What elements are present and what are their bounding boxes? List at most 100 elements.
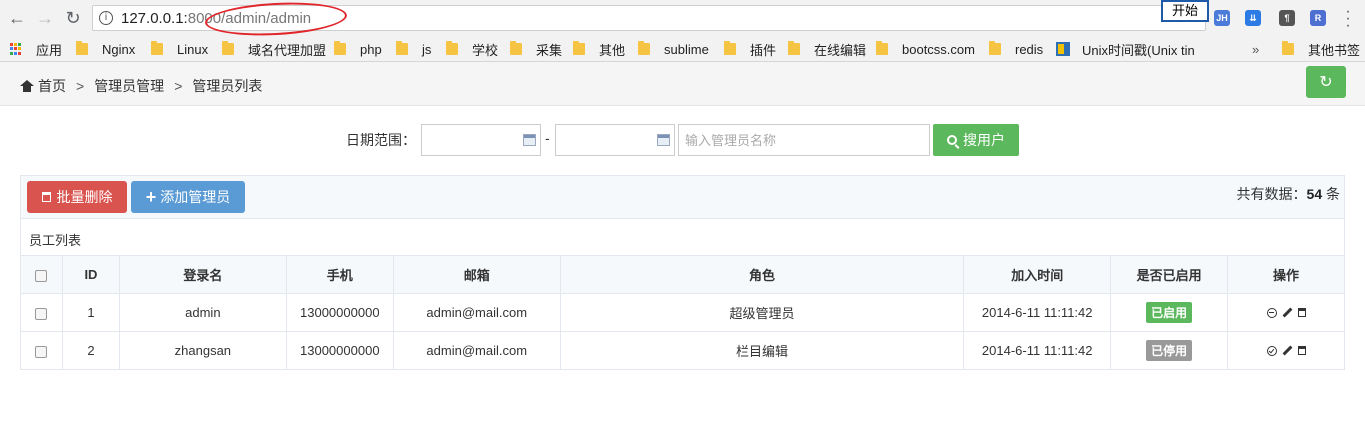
- record-count-value: 54: [1306, 186, 1323, 202]
- bookmark-item[interactable]: Nginx: [76, 41, 135, 57]
- breadcrumb-admin-management[interactable]: 管理员管理: [94, 76, 164, 96]
- select-all-checkbox[interactable]: [35, 269, 48, 282]
- header-id[interactable]: ID: [61, 255, 120, 294]
- folder-icon: [396, 41, 408, 55]
- search-button-label: 搜用户: [963, 132, 1005, 148]
- header-joined[interactable]: 加入时间: [963, 255, 1112, 294]
- more-bookmarks-icon[interactable]: »: [1252, 42, 1259, 57]
- browser-toolbar: ← → ↻ i 127.0.0.1: 8000 /admin/admin 开始 …: [0, 0, 1365, 39]
- bookmark-item[interactable]: 域名代理加盟: [222, 41, 327, 58]
- header-email[interactable]: 邮箱: [392, 255, 561, 294]
- cell-status: 已启用: [1110, 293, 1229, 332]
- folder-icon: [1282, 41, 1294, 55]
- bookmark-item[interactable]: 采集: [510, 41, 563, 58]
- jh-extension-icon[interactable]: JH: [1214, 10, 1230, 26]
- row-checkbox[interactable]: [35, 307, 48, 320]
- site-info-icon[interactable]: i: [99, 11, 113, 25]
- bookmark-item[interactable]: 其他: [573, 41, 626, 58]
- paragraph-extension-icon[interactable]: ¶: [1279, 10, 1295, 26]
- batch-delete-button[interactable]: 批量删除: [27, 181, 127, 213]
- breadcrumb-bar: 首页 > 管理员管理 > 管理员列表 ↻: [0, 62, 1365, 106]
- home-icon: [20, 80, 34, 92]
- header-select-all: [20, 255, 63, 294]
- row-select-cell: [20, 293, 63, 332]
- bookmark-item[interactable]: 插件: [724, 41, 776, 58]
- add-admin-label: 添加管理员: [160, 189, 231, 205]
- folder-icon: [510, 41, 522, 55]
- folder-icon: [573, 41, 585, 55]
- refresh-button[interactable]: ↻: [1306, 66, 1346, 98]
- url-host: 127.0.0.1:: [121, 9, 188, 27]
- cell-email: admin@mail.com: [392, 293, 561, 332]
- bookmark-label: 采集: [536, 42, 563, 58]
- cell-joined: 2014-6-11 11:11:42: [963, 293, 1112, 332]
- delete-icon[interactable]: [1297, 346, 1306, 355]
- bookmark-item[interactable]: bootcss.com: [876, 41, 975, 57]
- folder-icon: [876, 41, 888, 55]
- row-checkbox[interactable]: [35, 345, 48, 358]
- cell-actions: [1227, 293, 1345, 332]
- row-select-cell: [20, 331, 63, 370]
- folder-icon: [724, 41, 736, 55]
- table-header-row: ID 登录名 手机 邮箱 角色 加入时间 是否已启用 操作: [20, 255, 1345, 294]
- bookmark-label: bootcss.com: [902, 41, 975, 57]
- edit-icon[interactable]: [1282, 307, 1292, 318]
- calendar-icon[interactable]: [523, 134, 536, 146]
- bookmark-item[interactable]: Unix时间戳(Unix tin: [1056, 41, 1195, 58]
- date-end-input[interactable]: [555, 124, 675, 156]
- enable-icon[interactable]: [1266, 345, 1277, 356]
- calendar-icon[interactable]: [657, 134, 670, 146]
- record-count-prefix: 共有数据：: [1236, 186, 1307, 202]
- bookmark-item[interactable]: Linux: [151, 41, 208, 57]
- date-start-input[interactable]: [421, 124, 541, 156]
- save-extension-icon[interactable]: ⇊: [1245, 10, 1261, 26]
- plus-icon: +: [145, 187, 157, 207]
- date-range-dash: -: [545, 130, 550, 146]
- admin-name-search-input[interactable]: [678, 124, 930, 156]
- apps-grid-icon: [10, 43, 22, 55]
- back-arrow-icon[interactable]: ←: [5, 6, 29, 30]
- cell-joined: 2014-6-11 11:11:42: [963, 331, 1112, 370]
- cell-role: 超级管理员: [559, 293, 965, 332]
- cell-login: admin: [118, 293, 287, 332]
- bookmark-label: 在线编辑: [814, 42, 867, 58]
- breadcrumb-home[interactable]: 首页: [38, 76, 66, 96]
- disable-icon[interactable]: [1266, 307, 1277, 318]
- folder-icon: [446, 41, 458, 55]
- search-user-button[interactable]: 搜用户: [933, 124, 1019, 156]
- table-row: 1 admin 13000000000 admin@mail.com 超级管理员 2014…: [20, 293, 1345, 332]
- cell-actions: [1227, 331, 1345, 370]
- bookmark-label: 其他书签: [1308, 42, 1361, 58]
- bookmark-other[interactable]: 其他书签: [1282, 41, 1361, 58]
- bookmark-item[interactable]: sublime: [638, 41, 709, 57]
- bookmark-item[interactable]: 应用: [10, 41, 62, 58]
- header-login[interactable]: 登录名: [118, 255, 287, 294]
- folder-icon: [151, 41, 163, 55]
- record-count: 共有数据：54 条: [1237, 184, 1340, 204]
- cell-id: 2: [61, 331, 120, 370]
- status-badge: 已启用: [1146, 302, 1193, 323]
- header-role[interactable]: 角色: [559, 255, 965, 294]
- action-bar: 批量删除 + 添加管理员 共有数据：54 条: [20, 175, 1345, 219]
- bookmark-label: 域名代理加盟: [248, 42, 327, 58]
- breadcrumb-separator: >: [76, 78, 85, 94]
- folder-icon: [76, 41, 88, 55]
- bookmark-item[interactable]: 在线编辑: [788, 41, 867, 58]
- forward-arrow-icon[interactable]: →: [33, 6, 57, 30]
- folder-icon: [334, 41, 346, 55]
- bookmark-item[interactable]: 学校: [446, 41, 498, 58]
- bookmark-label: sublime: [664, 41, 709, 57]
- header-phone[interactable]: 手机: [285, 255, 394, 294]
- bookmark-item[interactable]: php: [334, 41, 382, 57]
- add-admin-button[interactable]: + 添加管理员: [131, 181, 245, 213]
- r-extension-icon[interactable]: R: [1310, 10, 1326, 26]
- bookmark-item[interactable]: redis: [989, 41, 1043, 57]
- status-badge: 已停用: [1146, 340, 1193, 361]
- edit-icon[interactable]: [1282, 345, 1292, 356]
- bookmark-item[interactable]: js: [396, 41, 431, 57]
- bookmark-label: 其他: [599, 42, 626, 58]
- delete-icon[interactable]: [1297, 308, 1306, 317]
- browser-menu-icon[interactable]: · · ·: [1345, 4, 1351, 34]
- header-status[interactable]: 是否已启用: [1110, 255, 1229, 294]
- reload-icon[interactable]: ↻: [61, 6, 85, 30]
